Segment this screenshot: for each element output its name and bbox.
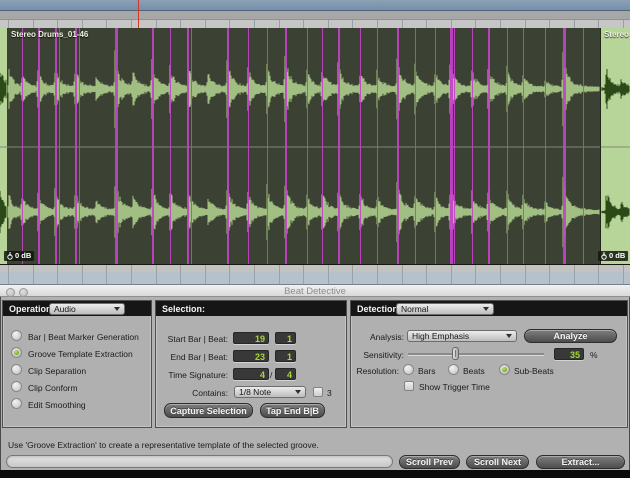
analysis-dropdown[interactable]: High Emphasis <box>407 330 517 342</box>
triplet-checkbox[interactable] <box>313 387 323 397</box>
right-clip-gain-label: 0 dB <box>609 251 626 260</box>
radio-bars-label[interactable]: Bars <box>418 366 435 376</box>
radio-edit-smoothing[interactable] <box>11 398 22 409</box>
operation-panel: Operation: Audio Bar | Beat Marker Gener… <box>2 300 152 428</box>
sensitivity-slider-track[interactable] <box>408 353 544 355</box>
contains-label: Contains: <box>192 388 228 398</box>
triplet-label: 3 <box>327 388 332 398</box>
chevron-down-icon <box>506 334 512 338</box>
ruler-tempo[interactable] <box>0 11 630 20</box>
detection-mode-value: Normal <box>401 303 429 314</box>
start-beat-field[interactable]: 1 <box>275 332 296 344</box>
tap-end-button[interactable]: Tap End B|B <box>260 403 325 418</box>
chevron-down-icon <box>483 306 489 311</box>
clip-name-label: Stereo Drums_01-46 <box>11 30 89 39</box>
selection-header-label: Selection: <box>162 303 206 314</box>
audio-track[interactable]: Stereo Drums_01-46 Stereo 0 dB 0 dB <box>0 28 630 264</box>
time-signature-label: Time Signature: <box>168 370 228 380</box>
radio-sub-beats[interactable] <box>499 364 510 375</box>
detection-mode-dropdown[interactable]: Normal <box>396 302 494 315</box>
sensitivity-value-field[interactable]: 35 <box>554 348 584 360</box>
hint-text: Use 'Groove Extraction' to create a repr… <box>8 440 319 450</box>
radio-clip-separation[interactable] <box>11 364 22 375</box>
percent-label: % <box>590 350 598 360</box>
beat-detective-titlebar[interactable]: Beat Detective <box>0 284 630 297</box>
radio-beats-label[interactable]: Beats <box>463 366 485 376</box>
end-bar-field[interactable]: 23 <box>233 350 269 362</box>
analyze-button[interactable]: Analyze <box>524 329 617 343</box>
radio-edit-smoothing-label[interactable]: Edit Smoothing <box>28 400 86 410</box>
end-beat-field[interactable]: 1 <box>275 350 296 362</box>
show-trigger-time-label[interactable]: Show Trigger Time <box>419 382 490 392</box>
ts-separator: / <box>270 370 273 380</box>
resolution-label: Resolution: <box>356 366 399 376</box>
show-trigger-time-checkbox[interactable] <box>404 381 414 391</box>
contains-dropdown[interactable]: 1/8 Note <box>234 386 306 398</box>
selection-header: Selection: <box>156 301 346 316</box>
bottom-bar <box>0 470 630 478</box>
operation-mode-dropdown[interactable]: Audio <box>49 302 125 315</box>
radio-bar-beat-marker-label[interactable]: Bar | Beat Marker Generation <box>28 332 139 342</box>
scroll-prev-button[interactable]: Scroll Prev <box>399 455 460 469</box>
radio-bars[interactable] <box>403 364 414 375</box>
chevron-down-icon <box>295 390 301 394</box>
selection-panel: Selection: Start Bar | Beat: 19 1 End Ba… <box>155 300 347 428</box>
capture-selection-button[interactable]: Capture Selection <box>164 403 253 418</box>
scroll-next-button[interactable]: Scroll Next <box>466 455 529 469</box>
volume-icon <box>7 252 13 260</box>
progress-bar <box>6 455 393 468</box>
analysis-label: Analysis: <box>369 332 404 342</box>
pro-tools-edit-window: Stereo Drums_01-46 Stereo 0 dB 0 dB Beat… <box>0 0 630 478</box>
chevron-down-icon <box>114 306 120 311</box>
waveform-display[interactable] <box>0 28 630 264</box>
clip-gain-badge[interactable]: 0 dB <box>4 251 35 261</box>
end-bar-beat-label: End Bar | Beat: <box>170 352 229 362</box>
sensitivity-label: Sensitivity: <box>363 350 404 360</box>
start-bar-field[interactable]: 19 <box>233 332 269 344</box>
radio-sub-beats-label[interactable]: Sub-Beats <box>514 366 554 376</box>
sensitivity-slider-thumb[interactable] <box>452 347 460 360</box>
detection-header-label: Detection: <box>357 303 402 314</box>
radio-groove-template[interactable] <box>11 347 22 358</box>
radio-clip-conform[interactable] <box>11 381 22 392</box>
extract-button[interactable]: Extract... <box>536 455 625 469</box>
right-clip-gain-badge[interactable]: 0 dB <box>598 251 629 261</box>
operation-mode-value: Audio <box>54 303 76 314</box>
analysis-value: High Emphasis <box>412 331 470 341</box>
operation-header-label: Operation: <box>9 303 55 314</box>
radio-beats[interactable] <box>448 364 459 375</box>
radio-groove-template-label[interactable]: Groove Template Extraction <box>28 349 133 359</box>
ts-numerator-field[interactable]: 4 <box>233 368 269 380</box>
ts-denominator-field[interactable]: 4 <box>275 368 296 380</box>
window-title: Beat Detective <box>284 286 346 297</box>
radio-clip-conform-label[interactable]: Clip Conform <box>28 383 78 393</box>
volume-icon <box>601 252 607 260</box>
clip-gain-label: 0 dB <box>15 251 32 260</box>
radio-bar-beat-marker[interactable] <box>11 330 22 341</box>
radio-clip-separation-label[interactable]: Clip Separation <box>28 366 86 376</box>
playhead-cursor[interactable] <box>138 0 139 28</box>
right-clip-name-label: Stereo <box>604 30 629 39</box>
detection-panel: Detection: Normal Analysis: High Emphasi… <box>350 300 628 428</box>
contains-value: 1/8 Note <box>239 387 272 397</box>
timeline-bar[interactable] <box>0 0 630 11</box>
start-bar-beat-label: Start Bar | Beat: <box>167 334 228 344</box>
